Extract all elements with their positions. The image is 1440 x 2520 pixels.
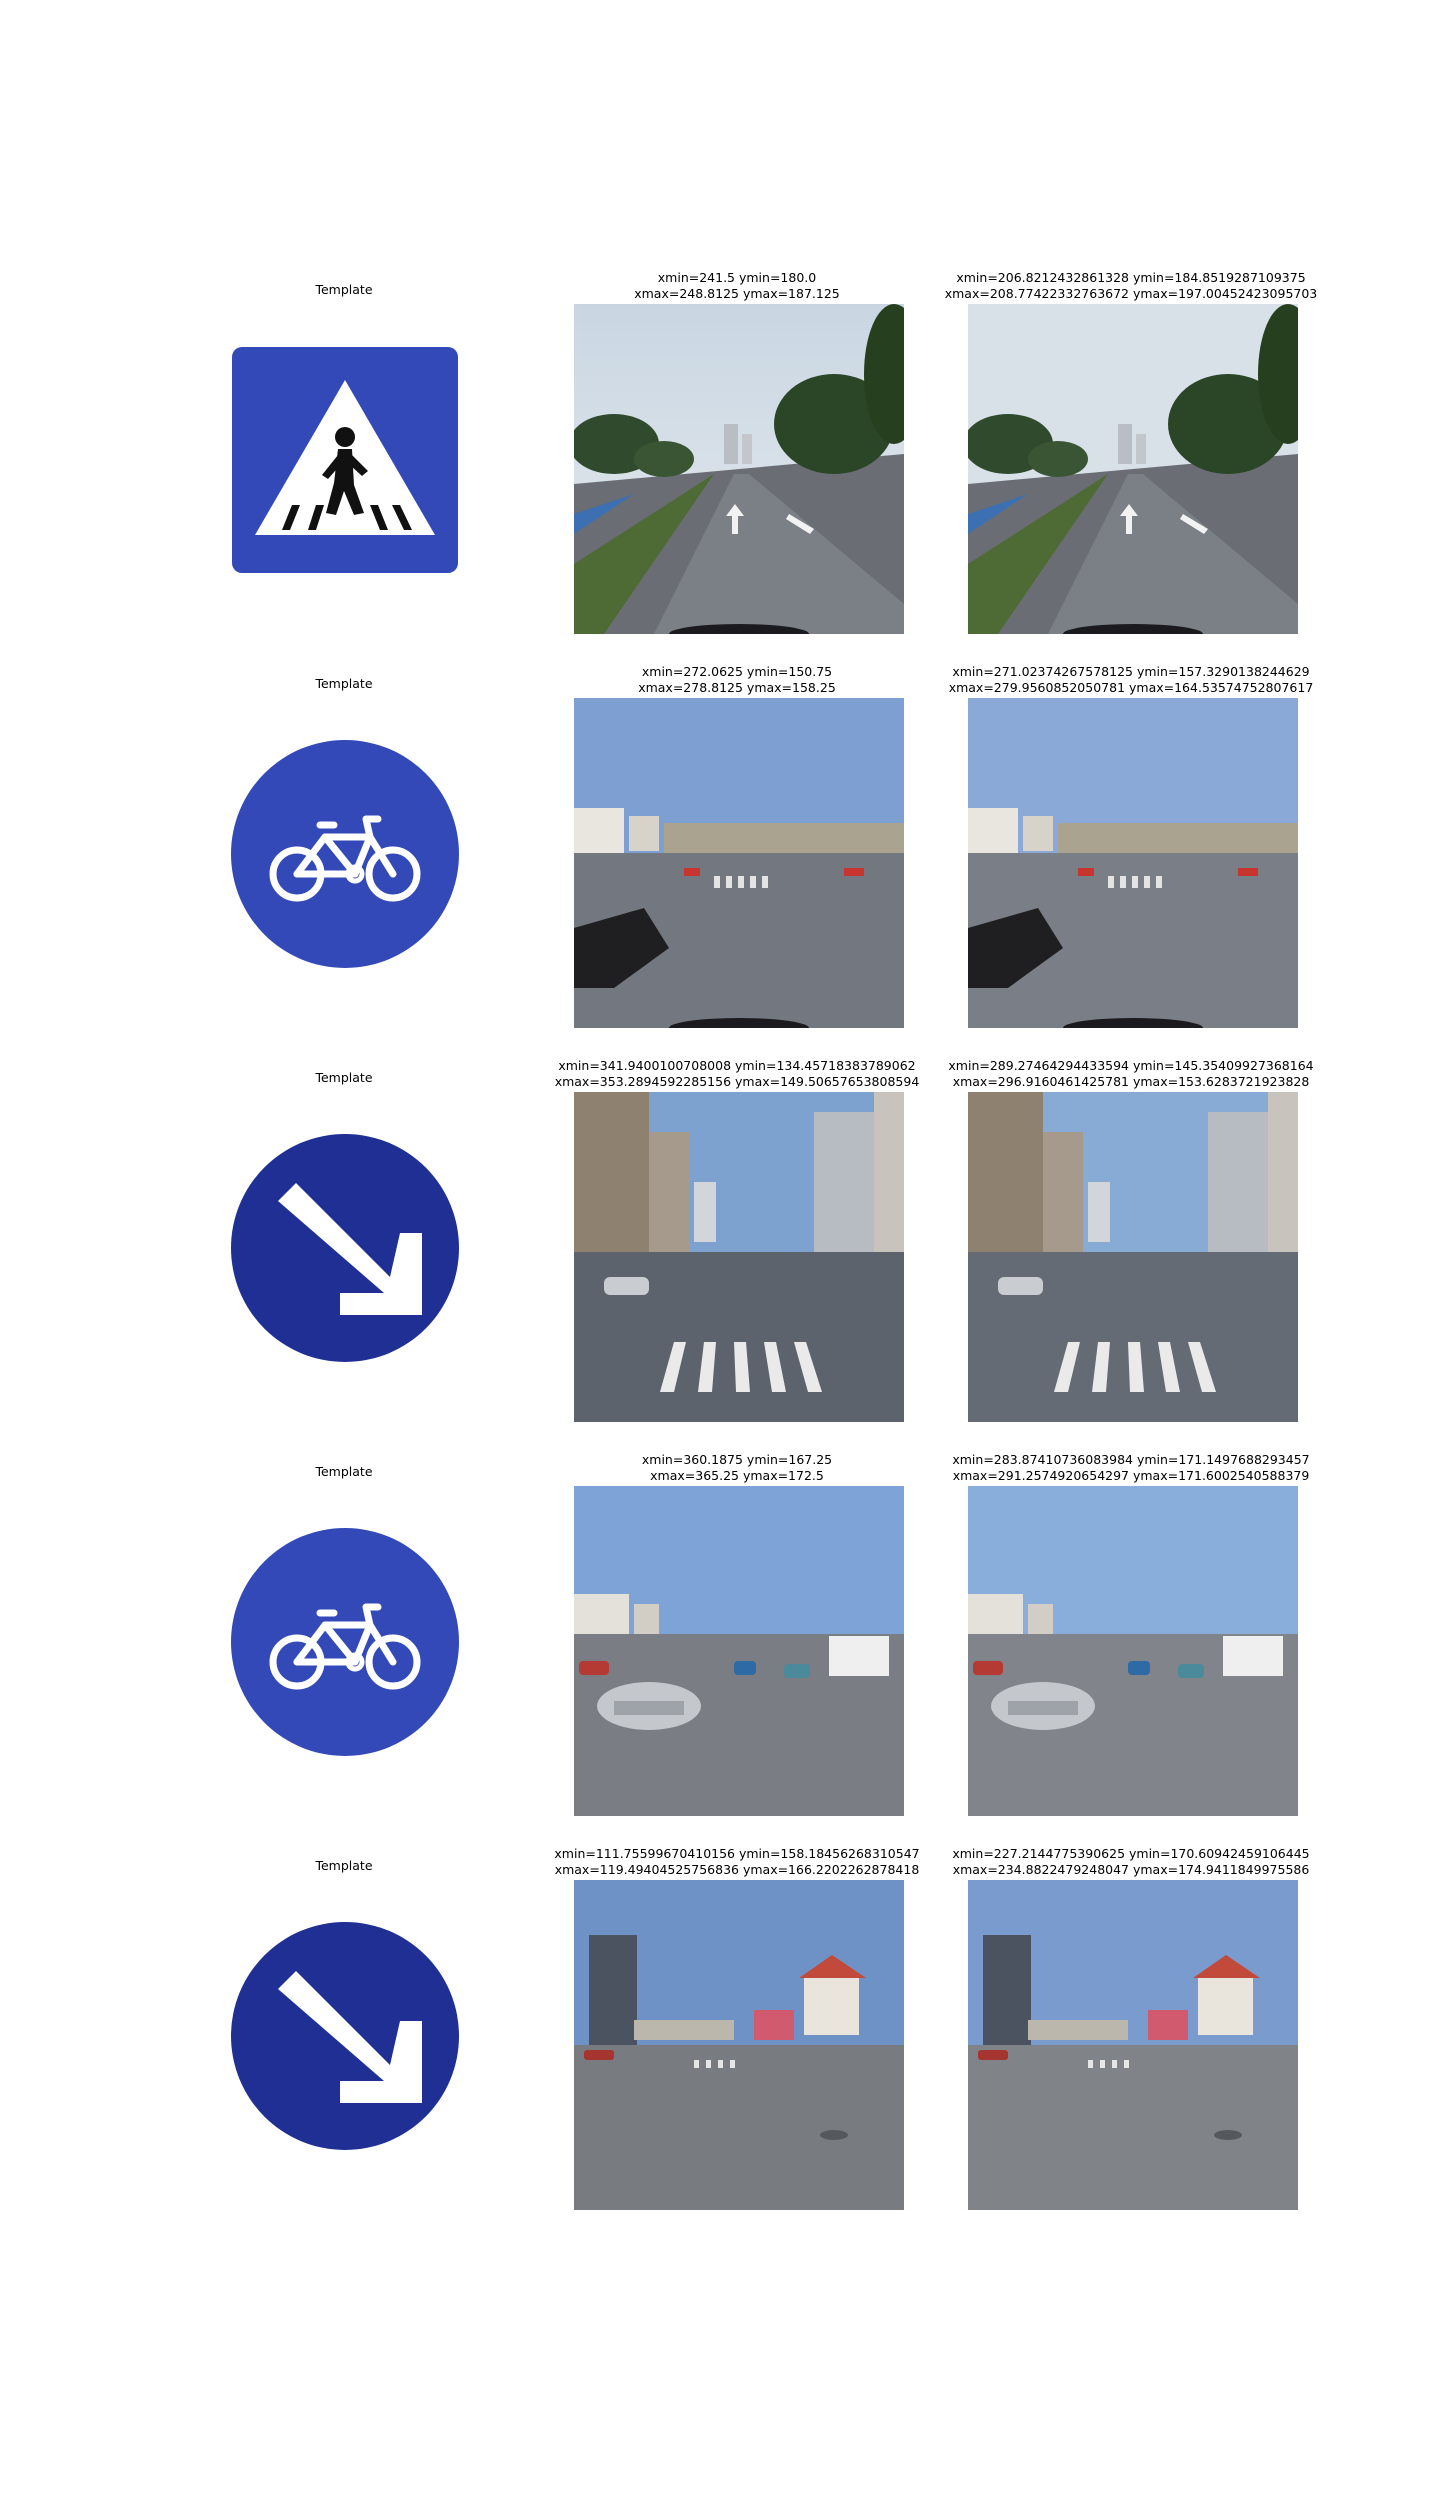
street-scene-image [968, 1880, 1298, 2210]
template-label: Template [315, 676, 373, 691]
detection-caption-b: xmin=227.2144775390625 ymin=170.60942459… [952, 1846, 1310, 1877]
result-row: Template xmin=341.9400100708008 ymin=134… [0, 1058, 1440, 1458]
detection-caption-b: xmin=271.02374267578125 ymin=157.3290138… [948, 664, 1314, 695]
street-scene-image [574, 1486, 904, 1816]
template-label: Template [315, 1070, 373, 1085]
street-scene-image [574, 1880, 904, 2210]
detection-caption-a: xmin=341.9400100708008 ymin=134.45718383… [554, 1058, 920, 1089]
detection-caption-b: xmin=289.27464294433594 ymin=145.3540992… [948, 1058, 1314, 1089]
street-scene-image [968, 1486, 1298, 1816]
result-row: Template xmin=272.0625 ymin=150.75 xmax=… [0, 664, 1440, 1064]
bicycle-lane-sign-icon [230, 1527, 460, 1757]
detection-caption-a: xmin=360.1875 ymin=167.25 xmax=365.25 ym… [641, 1452, 833, 1483]
result-row: Template xmin=111.75599670410156 ymin=15… [0, 1846, 1440, 2246]
result-row: Template xmin=241.5 ymin=180.0 xmax=248.… [0, 270, 1440, 670]
street-scene-image [968, 698, 1298, 1028]
street-scene-image [968, 304, 1298, 634]
template-label: Template [315, 282, 373, 297]
result-row: Template xmin=360.1875 ymin=167.25 xmax=… [0, 1452, 1440, 1852]
detection-caption-b: xmin=283.87410736083984 ymin=171.1497688… [952, 1452, 1310, 1483]
keep-right-arrow-sign-icon [230, 1133, 460, 1363]
pedestrian-crossing-sign-icon [230, 345, 460, 575]
bicycle-lane-sign-icon [230, 739, 460, 969]
keep-right-arrow-sign-icon [230, 1921, 460, 2151]
detection-caption-a: xmin=241.5 ymin=180.0 xmax=248.8125 ymax… [634, 270, 840, 301]
detection-caption-a: xmin=111.75599670410156 ymin=158.1845626… [554, 1846, 920, 1877]
detection-caption-b: xmin=206.8212432861328 ymin=184.85192871… [944, 270, 1318, 301]
template-label: Template [315, 1858, 373, 1873]
detection-caption-a: xmin=272.0625 ymin=150.75 xmax=278.8125 … [638, 664, 836, 695]
street-scene-image [574, 304, 904, 634]
street-scene-image [574, 1092, 904, 1422]
street-scene-image [574, 698, 904, 1028]
template-label: Template [315, 1464, 373, 1479]
street-scene-image [968, 1092, 1298, 1422]
